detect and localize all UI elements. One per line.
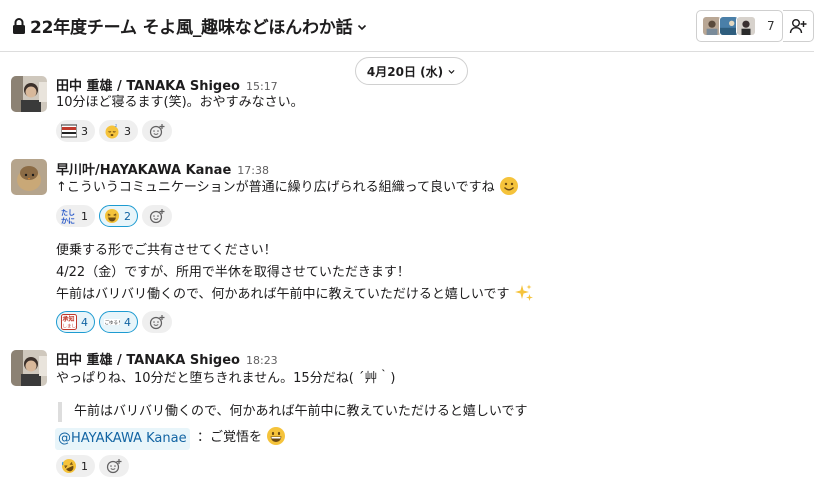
reaction-oyasumi[interactable]: 3 (56, 120, 95, 142)
gokigen-stamp-icon: ごゆるり (104, 314, 120, 330)
add-reaction-button[interactable] (142, 311, 172, 333)
smile-emoji-icon (499, 177, 518, 195)
reaction-count: 3 (124, 124, 131, 138)
reaction-tashikani[interactable]: たし かに 1 (56, 205, 95, 227)
lock-icon (13, 17, 25, 34)
reaction-bar: 3 z 3 (56, 120, 172, 142)
reaction-sleeping[interactable]: z 3 (99, 120, 138, 142)
chevron-down-icon (448, 69, 455, 74)
reaction-shouchi[interactable]: 承知しました 4 (56, 311, 95, 333)
add-emoji-icon (149, 124, 165, 139)
add-reaction-button[interactable] (99, 455, 129, 477)
reaction-count: 1 (81, 459, 88, 473)
add-emoji-icon (149, 315, 165, 330)
message-text: やっぱりね、10分だと堕ちきれません。15分だね( ´艸｀) (56, 371, 396, 386)
message-text: ：ご覚悟を (197, 426, 286, 450)
channel-name: 22年度チーム そよ風_趣味などほんわか話 (30, 18, 353, 38)
oyasumi-stamp-icon (61, 123, 77, 139)
date-divider-button[interactable]: 4月20日 (水) (355, 57, 468, 85)
add-person-icon (789, 19, 807, 34)
add-member-button[interactable] (783, 10, 814, 42)
reaction-count: 2 (124, 209, 131, 223)
svg-text:ごゆるり: ごゆるり (105, 319, 121, 326)
shouchi-stamp-icon: 承知しました (61, 314, 77, 330)
timestamp[interactable]: 18:23 (246, 354, 278, 367)
message-text: ↑こういうコミュニケーションが普通に繰り広げられる組織って良いですね (56, 176, 519, 200)
message-header: 田中 重雄 / TANAKA Shigeo 18:23 (56, 349, 278, 368)
svg-text:承知: 承知 (63, 315, 75, 323)
reaction-count: 3 (81, 124, 88, 138)
grinning-emoji-icon (267, 427, 286, 445)
user-mention-link[interactable]: @HAYAKAWA Kanae (55, 428, 190, 450)
reaction-bar: 1 (56, 455, 129, 477)
member-list-button[interactable]: 7 (696, 10, 783, 42)
channel-title-button[interactable]: 22年度チーム そよ風_趣味などほんわか話 (12, 13, 368, 38)
message-text-content: 午前はバリバリ働くので、何かあれば午前中に教えていただけると嬉しいです (56, 287, 510, 302)
reaction-rofl[interactable]: 1 (56, 455, 95, 477)
reaction-count: 1 (81, 209, 88, 223)
reaction-bar: たし かに 1 2 (56, 205, 172, 227)
reaction-gokigen[interactable]: ごゆるり 4 (99, 311, 138, 333)
add-emoji-icon (106, 459, 122, 474)
message-text: 午前はバリバリ働くので、何かあれば午前中に教えていただけると嬉しいです (56, 283, 534, 307)
message-text-content: ：ご覚悟を (197, 430, 263, 445)
add-emoji-icon (149, 209, 165, 224)
reaction-count: 4 (81, 315, 88, 329)
member-avatar (736, 16, 756, 36)
add-reaction-button[interactable] (142, 120, 172, 142)
sparkles-emoji-icon (514, 284, 533, 301)
member-count: 7 (767, 19, 775, 33)
chevron-down-icon (358, 24, 367, 30)
svg-text:たし: たし (61, 208, 75, 217)
avatar[interactable] (11, 76, 47, 112)
date-label: 4月20日 (水) (366, 64, 444, 79)
message-text: 10分ほど寝るます(笑)。おやすみなさい。 (56, 95, 304, 110)
svg-text:しました: しました (63, 324, 78, 330)
message-text-content: ↑こういうコミュニケーションが普通に繰り広げられる組織って良いですね (56, 180, 495, 195)
reaction-laughing[interactable]: 2 (99, 205, 138, 227)
sleeping-face-icon: z (104, 123, 120, 139)
reaction-bar: 承知しました 4 ごゆるり 4 (56, 311, 172, 333)
author-name[interactable]: 田中 重雄 / TANAKA Shigeo (56, 349, 240, 368)
svg-text:かに: かに (61, 217, 75, 224)
svg-text:z: z (115, 123, 117, 128)
laughing-face-icon (104, 208, 120, 224)
message-text: 4/22（金）ですが、所用で半休を取得させていただきます！ (56, 265, 410, 280)
avatar[interactable] (11, 350, 47, 386)
avatar[interactable] (11, 159, 47, 195)
quoted-text: 午前はバリバリ働くので、何かあれば午前中に教えていただけると嬉しいです (58, 402, 527, 422)
channel-header: 22年度チーム そよ風_趣味などほんわか話 7 (0, 0, 814, 52)
add-reaction-button[interactable] (142, 205, 172, 227)
message-text: 便乗する形でご共有させてください！ (56, 243, 277, 258)
tashikani-stamp-icon: たし かに (61, 208, 77, 224)
rofl-face-icon (61, 458, 77, 474)
reaction-count: 4 (124, 315, 131, 329)
